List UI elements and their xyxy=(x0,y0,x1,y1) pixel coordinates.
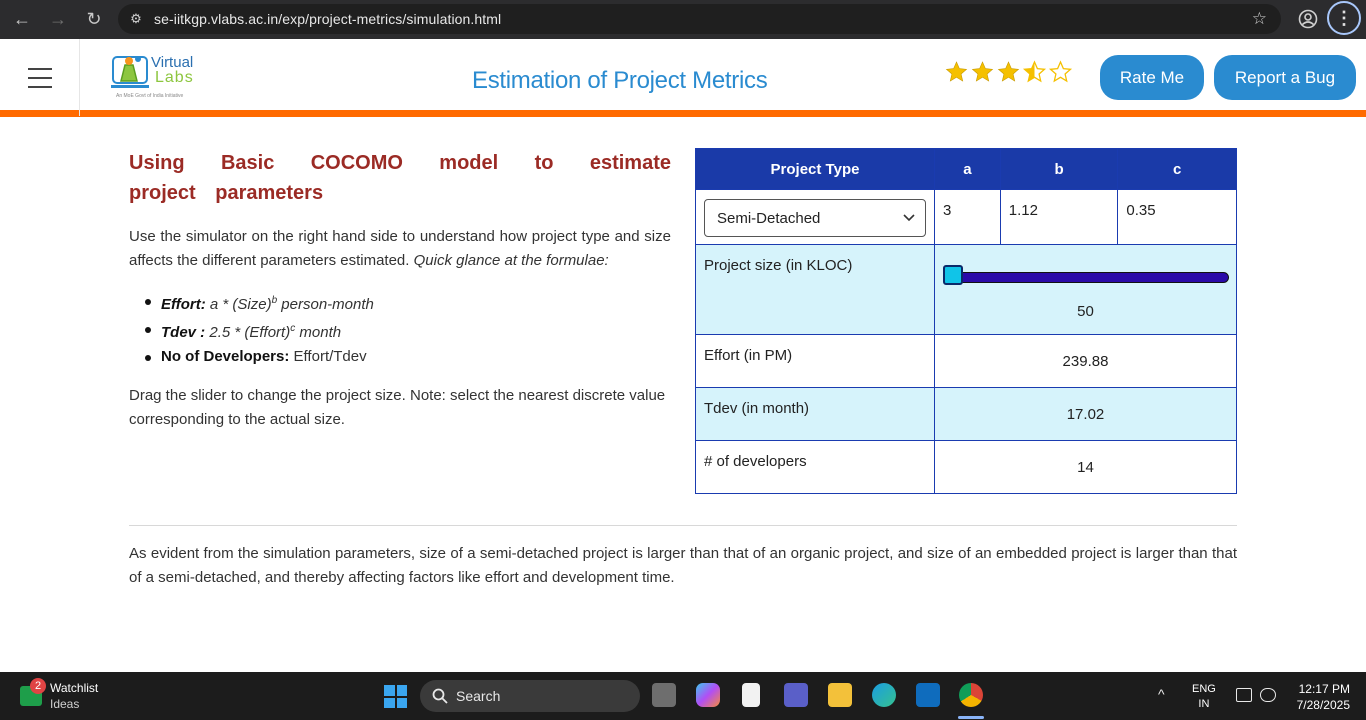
size-value: 50 xyxy=(1077,303,1094,320)
windows-taskbar: 2 Watchlist Ideas Search ^ ENG IN 12:17 P… xyxy=(0,672,1366,720)
project-type-value[interactable]: Semi-Detached xyxy=(717,210,820,227)
project-type-select[interactable]: Semi-Detached xyxy=(704,199,926,237)
teams-icon[interactable] xyxy=(784,683,808,707)
formula-list: Effort: a * (Size)b person-month Tdev : … xyxy=(145,289,671,369)
section-title: Using Basic COCOMO model to estimate pro… xyxy=(129,152,671,204)
coef-b: 1.12 xyxy=(999,189,1119,245)
bookmark-star-icon[interactable]: ☆ xyxy=(1252,9,1267,29)
star-full-icon[interactable] xyxy=(944,60,969,84)
page-title: Estimation of Project Metrics xyxy=(472,67,768,94)
header-project-type: Project Type xyxy=(695,148,935,190)
intro-italic: Quick glance at the formulae: xyxy=(413,252,609,269)
forward-icon[interactable]: → xyxy=(40,4,76,34)
browser-toolbar: ← → ↻ ⚙ se-iitkgp.vlabs.ac.in/exp/projec… xyxy=(0,0,1366,39)
clock-date: 7/28/2025 xyxy=(1296,698,1350,712)
effort-label: Effort (in PM) xyxy=(695,334,935,388)
header-b: b xyxy=(999,148,1119,190)
header-a: a xyxy=(934,148,1001,190)
browser-menu-icon[interactable]: ⋮ xyxy=(1327,1,1361,35)
url-text[interactable]: se-iitkgp.vlabs.ac.in/exp/project-metric… xyxy=(154,11,501,27)
theory-column: Using Basic COCOMO model to estimate pro… xyxy=(129,148,671,432)
formula-expr: a * (Size) xyxy=(209,296,272,313)
edge-icon[interactable] xyxy=(872,683,896,707)
slider-note: Drag the slider to change the project si… xyxy=(129,387,666,428)
formula-name: Tdev : xyxy=(161,324,206,341)
lang-code: ENG xyxy=(1192,683,1216,695)
simulator-table: Project Type a b c Semi-Detached 3 1.12 … xyxy=(695,148,1237,494)
hamburger-menu-icon[interactable] xyxy=(0,39,80,116)
reload-icon[interactable]: ↻ xyxy=(76,4,112,34)
formula-developers: No of Developers: Effort/Tdev xyxy=(145,345,671,369)
tdev-label: Tdev (in month) xyxy=(695,387,935,441)
clock-time: 12:17 PM xyxy=(1298,682,1350,696)
widget-title[interactable]: Watchlist xyxy=(50,681,98,695)
section-divider xyxy=(129,525,1237,526)
search-label[interactable]: Search xyxy=(456,688,500,704)
back-icon[interactable]: ← xyxy=(4,4,40,34)
formula-expr: 2.5 * (Effort) xyxy=(209,324,291,341)
developers-label: # of developers xyxy=(695,440,935,494)
file-explorer-icon[interactable] xyxy=(828,683,852,707)
formula-effort: Effort: a * (Size)b person-month xyxy=(145,289,671,317)
language-indicator[interactable]: ENG IN xyxy=(1192,682,1216,712)
header-c: c xyxy=(1117,148,1237,190)
star-empty-icon[interactable] xyxy=(1048,60,1073,84)
size-slider-handle[interactable] xyxy=(943,265,963,285)
tdev-value: 17.02 xyxy=(934,387,1237,441)
star-half-icon[interactable] xyxy=(1022,60,1047,84)
effort-value: 239.88 xyxy=(934,334,1237,388)
system-clock[interactable]: 12:17 PM 7/28/2025 xyxy=(1284,681,1350,713)
widget-subtitle[interactable]: Ideas xyxy=(50,697,79,711)
formula-unit: month xyxy=(295,324,342,341)
network-icon[interactable] xyxy=(1236,688,1252,702)
tray-overflow-icon[interactable]: ^ xyxy=(1158,686,1165,702)
volume-mute-icon[interactable] xyxy=(1260,688,1276,702)
logo-tagline: An MoE Govt of India Initiative xyxy=(116,93,184,99)
formula-name: No of Developers: xyxy=(161,348,290,365)
outlook-icon[interactable] xyxy=(916,683,940,707)
formula-tdev: Tdev : 2.5 * (Effort)c month xyxy=(145,317,671,345)
chrome-icon[interactable] xyxy=(959,683,983,707)
logo-text-labs: Labs xyxy=(155,69,194,86)
copilot-icon[interactable] xyxy=(696,683,720,707)
coef-a: 3 xyxy=(934,189,1001,245)
conclusion-paragraph: As evident from the simulation parameter… xyxy=(129,545,1237,586)
taskbar-search[interactable]: Search xyxy=(420,680,640,712)
formula-name: Effort: xyxy=(161,296,206,313)
notification-badge: 2 xyxy=(30,678,46,694)
report-bug-button[interactable]: Report a Bug xyxy=(1214,55,1356,100)
size-slider-cell: 50 xyxy=(934,244,1237,335)
star-full-icon[interactable] xyxy=(996,60,1021,84)
chevron-down-icon[interactable] xyxy=(903,211,915,225)
profile-icon[interactable] xyxy=(1296,5,1320,33)
formula-expr: Effort/Tdev xyxy=(293,348,367,365)
site-info-icon[interactable]: ⚙ xyxy=(118,11,154,27)
coef-c: 0.35 xyxy=(1117,189,1237,245)
rate-me-button[interactable]: Rate Me xyxy=(1100,55,1204,100)
active-app-indicator xyxy=(958,716,984,719)
developers-value: 14 xyxy=(934,440,1237,494)
lang-region: IN xyxy=(1198,698,1210,710)
size-label: Project size (in KLOC) xyxy=(695,244,935,335)
site-header: Virtual Labs An MoE Govt of India Initia… xyxy=(0,39,1366,117)
notepad-icon[interactable] xyxy=(742,683,760,707)
address-bar[interactable]: ⚙ se-iitkgp.vlabs.ac.in/exp/project-metr… xyxy=(118,4,1281,34)
star-full-icon[interactable] xyxy=(970,60,995,84)
windows-start-icon[interactable] xyxy=(384,685,407,708)
size-slider-track[interactable] xyxy=(945,272,1229,283)
search-icon xyxy=(432,688,448,704)
rating-stars[interactable] xyxy=(944,60,1073,84)
formula-unit: person-month xyxy=(277,296,374,313)
task-view-icon[interactable] xyxy=(652,683,676,707)
intro-paragraph: Use the simulator on the right hand side… xyxy=(129,225,671,273)
project-type-cell: Semi-Detached xyxy=(695,189,935,245)
